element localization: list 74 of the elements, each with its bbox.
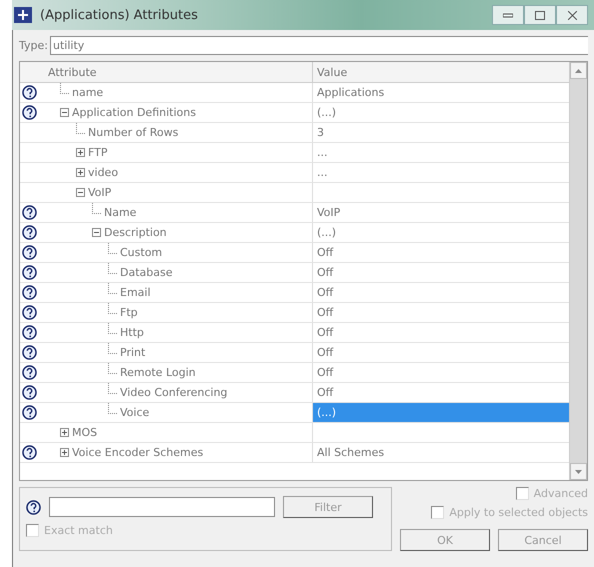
attribute-cell[interactable]: Voice Encoder Schemes (20, 443, 312, 462)
attribute-cell[interactable]: Voice (20, 403, 312, 422)
collapse-icon[interactable] (60, 108, 69, 117)
attribute-cell[interactable]: video (20, 163, 312, 182)
attribute-cell[interactable]: Description (20, 223, 312, 242)
expand-icon[interactable] (76, 168, 85, 177)
maximize-button[interactable] (524, 5, 556, 25)
attribute-cell[interactable]: Remote Login (20, 363, 312, 382)
attribute-cell[interactable]: Application Definitions (20, 103, 312, 122)
attribute-cell[interactable]: Email (20, 283, 312, 302)
attribute-cell[interactable]: Ftp (20, 303, 312, 322)
help-icon[interactable] (22, 365, 37, 380)
app-icon (14, 7, 32, 23)
attribute-cell[interactable]: Custom (20, 243, 312, 262)
tree-connector (92, 203, 101, 214)
window-title: (Applications) Attributes (40, 8, 198, 22)
scrollbar[interactable] (569, 62, 587, 480)
scroll-down-button[interactable] (570, 463, 587, 480)
help-icon[interactable] (22, 445, 37, 460)
attribute-cell[interactable]: Http (20, 323, 312, 342)
tree-connector (76, 123, 85, 134)
attribute-cell[interactable]: FTP (20, 143, 312, 162)
dialog-button[interactable]: OK (400, 529, 490, 551)
type-label: Type: (19, 39, 48, 52)
tree-connector (108, 383, 117, 394)
minimize-button[interactable] (492, 5, 524, 25)
help-icon[interactable] (22, 225, 37, 240)
help-icon[interactable] (22, 305, 37, 320)
attribute-cell[interactable]: Name (20, 203, 312, 222)
scroll-up-button[interactable] (570, 62, 587, 79)
filter-button[interactable]: Filter (283, 496, 373, 518)
close-icon (568, 10, 576, 20)
tree-connector (108, 403, 117, 414)
help-icon[interactable] (22, 325, 37, 340)
help-icon[interactable] (22, 245, 37, 260)
attribute-cell[interactable]: name (20, 83, 312, 102)
expand-icon[interactable] (60, 428, 69, 437)
collapse-icon[interactable] (92, 228, 101, 237)
type-field[interactable]: utility (50, 36, 588, 55)
down-arrow-icon (575, 470, 582, 474)
help-icon[interactable] (22, 265, 37, 280)
expand-icon[interactable] (60, 448, 69, 457)
tree-connector (108, 303, 117, 314)
up-arrow-icon (575, 68, 582, 72)
tree-connector (60, 83, 69, 94)
tree-connector (108, 243, 117, 254)
help-icon[interactable] (22, 285, 37, 300)
help-icon[interactable] (22, 205, 37, 220)
filter-field[interactable] (49, 497, 275, 517)
attribute-cell[interactable]: MOS (20, 423, 312, 442)
tree-connector (108, 323, 117, 334)
help-icon[interactable] (22, 405, 37, 420)
tree-connector (108, 263, 117, 274)
value-cell[interactable]: (...) (312, 403, 569, 422)
column-header[interactable]: Attribute (20, 62, 312, 82)
collapse-icon[interactable] (76, 188, 85, 197)
help-icon[interactable] (22, 345, 37, 360)
help-icon[interactable] (22, 385, 37, 400)
attribute-cell[interactable]: Print (20, 343, 312, 362)
tree-connector (108, 363, 117, 374)
close-button[interactable] (556, 5, 588, 25)
maximize-icon (535, 10, 545, 20)
minimize-icon (503, 12, 513, 18)
attribute-cell[interactable]: Number of Rows (20, 123, 312, 142)
help-icon[interactable] (22, 85, 37, 100)
tree-connector (108, 283, 117, 294)
dialog-button[interactable]: Cancel (498, 529, 588, 551)
expand-icon[interactable] (76, 148, 85, 157)
attribute-cell[interactable]: Video Conferencing (20, 383, 312, 402)
help-icon[interactable] (22, 105, 37, 120)
tree-connector (108, 343, 117, 354)
attribute-cell[interactable]: Database (20, 263, 312, 282)
attribute-cell[interactable]: VoIP (20, 183, 312, 202)
help-icon[interactable] (26, 500, 41, 514)
